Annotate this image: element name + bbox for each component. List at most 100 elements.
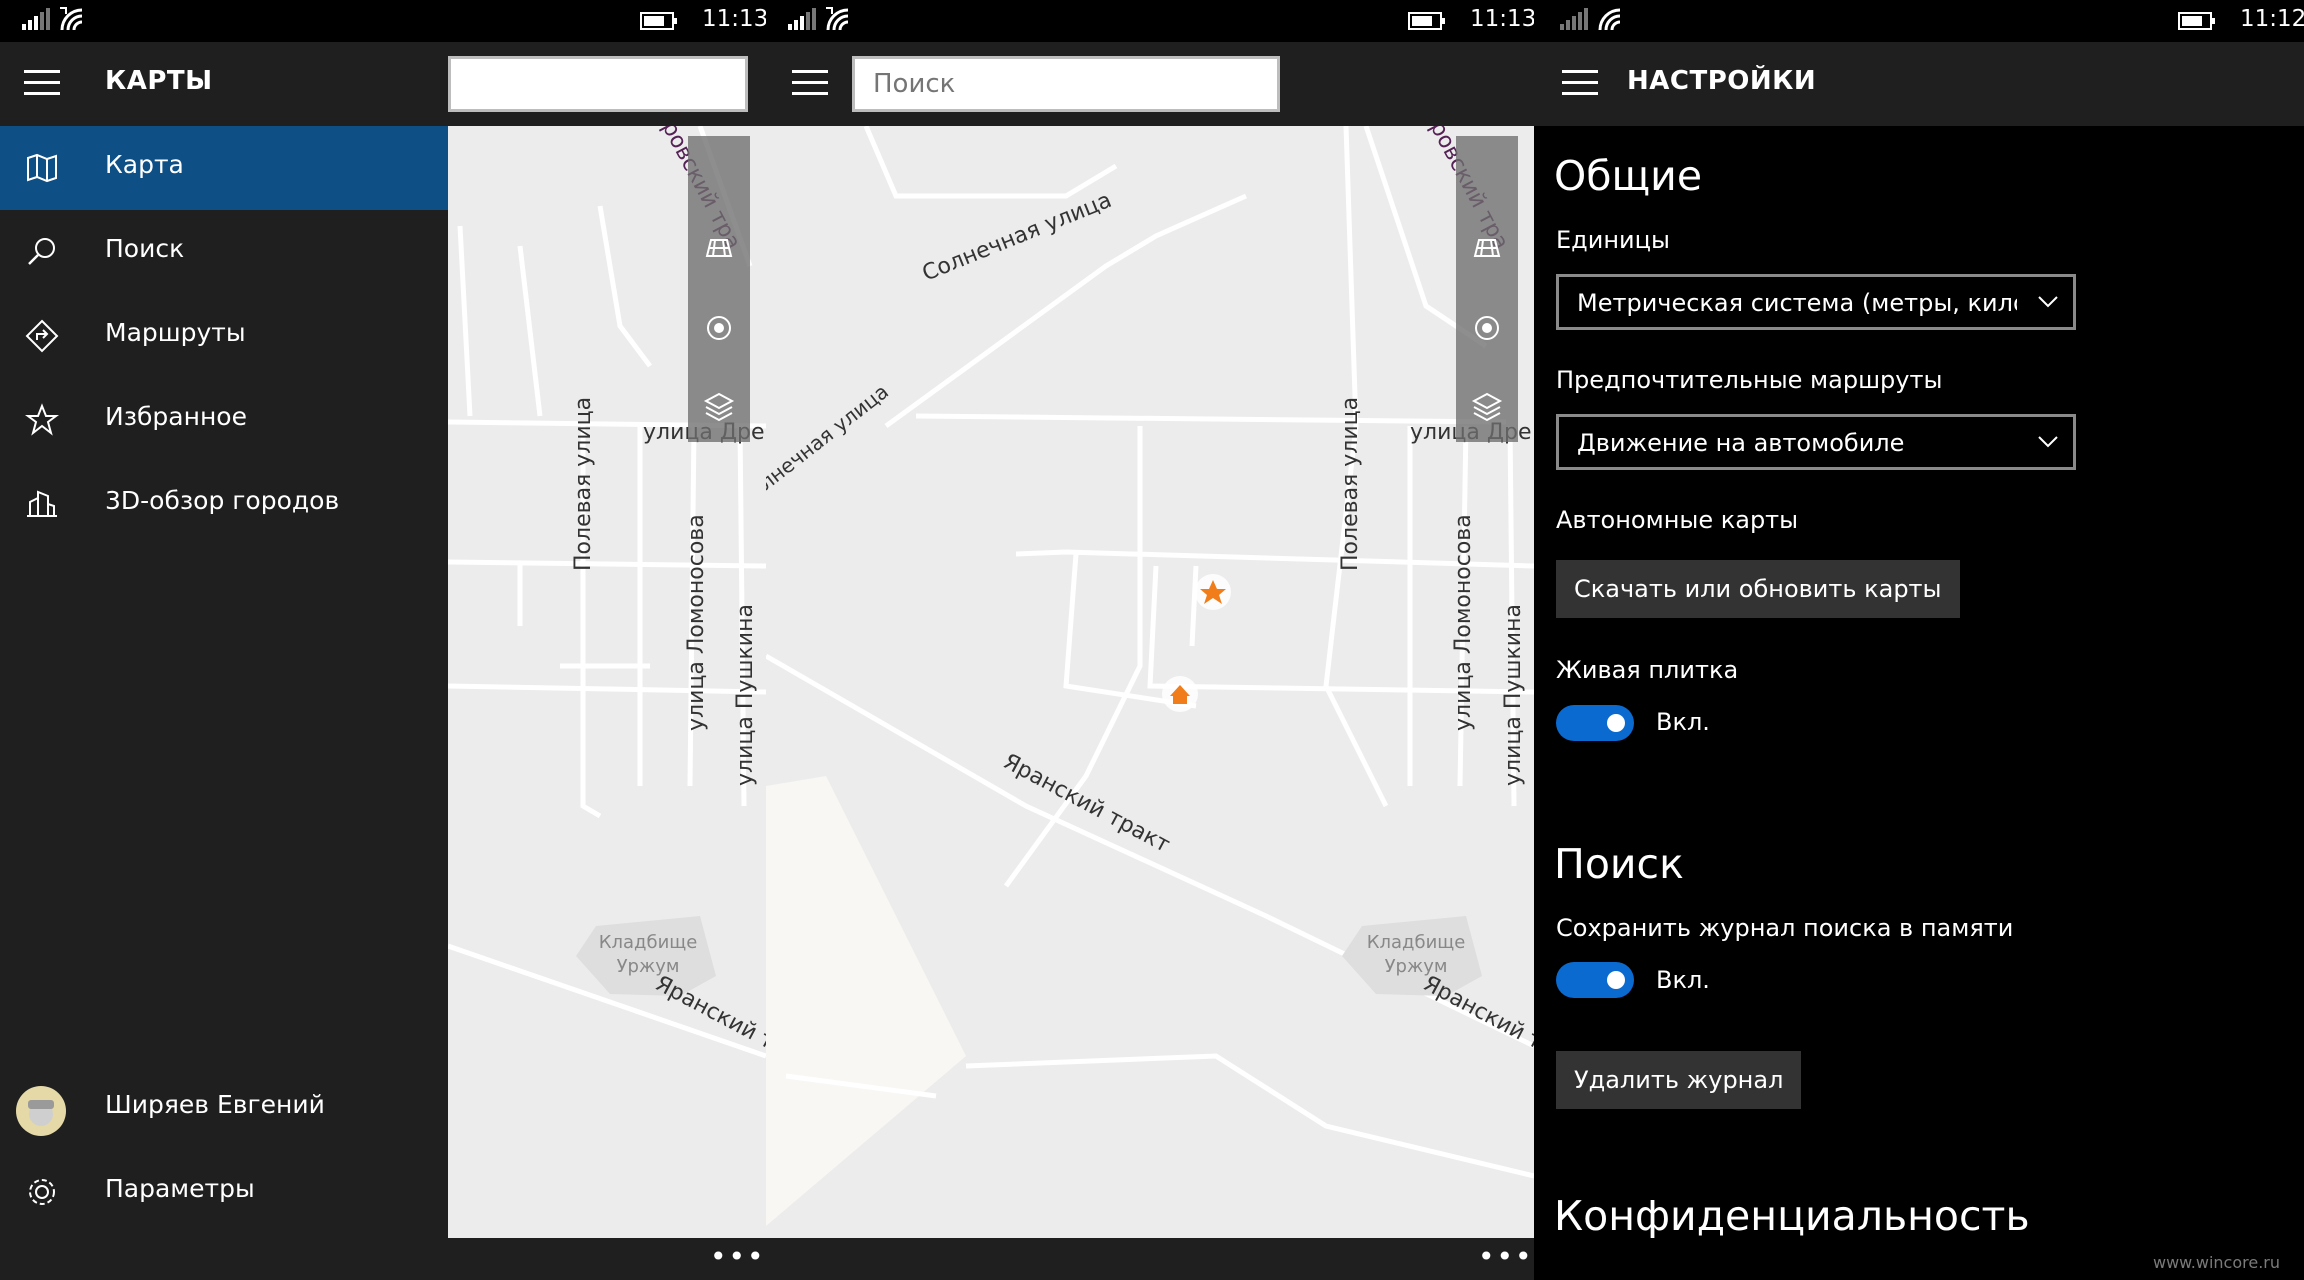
- settings-panel: Общие Единицы Метрическая система (метры…: [1534, 126, 2304, 1240]
- units-label: Единицы: [1556, 226, 1670, 254]
- street-label: Полевая улица: [571, 397, 596, 571]
- search-input[interactable]: [852, 56, 1280, 112]
- clock: 11:12: [2240, 6, 2304, 32]
- toggle-knob: [1607, 971, 1625, 989]
- live-tile-toggle[interactable]: [1556, 705, 1634, 741]
- hamburger-menu-button[interactable]: [792, 70, 828, 98]
- search-input[interactable]: [448, 56, 748, 112]
- locate-me-icon[interactable]: [1467, 308, 1507, 348]
- settings-screen: 11:12 НАСТРОЙКИ Общие Единицы Метрическа…: [1534, 0, 2304, 1280]
- aerial-view-icon[interactable]: [699, 228, 739, 268]
- locate-me-icon[interactable]: [699, 308, 739, 348]
- street-label: Солнечная улица: [919, 188, 1115, 287]
- street-label: улица Ломоносова: [1451, 514, 1476, 731]
- 3d-cities-icon: [27, 490, 57, 517]
- avatar: [16, 1086, 66, 1136]
- clock: 11:13: [1470, 6, 1534, 32]
- map-screen: 11:13 Поиск Кладбище Уржум Солнечная ули…: [766, 0, 1534, 1280]
- routes-label: Предпочтительные маршруты: [1556, 366, 1943, 394]
- cemetery-label: Кладбище: [599, 932, 698, 953]
- nav-item-label: Карта: [105, 150, 184, 179]
- search-history-label: Сохранить журнал поиска в памяти: [1556, 914, 2014, 942]
- signal-icon: [22, 8, 50, 30]
- section-title-privacy: Конфиденциальность: [1554, 1192, 2030, 1240]
- routes-dropdown[interactable]: Движение на автомобиле: [1556, 414, 2076, 470]
- status-bar: 11:13: [0, 0, 766, 42]
- nav-item-map[interactable]: Карта: [0, 126, 448, 210]
- favorite-pin[interactable]: [1195, 574, 1231, 610]
- nav-item-directions[interactable]: Маршруты: [0, 294, 448, 378]
- section-title-search: Поиск: [1554, 840, 1684, 888]
- section-title-general: Общие: [1554, 152, 1703, 200]
- app-bar: •••: [766, 1238, 1534, 1280]
- more-button[interactable]: •••: [1478, 1240, 1534, 1273]
- offline-maps-label: Автономные карты: [1556, 506, 1799, 534]
- street-label: улица Пушкина: [1501, 604, 1526, 786]
- live-tile-label: Живая плитка: [1556, 656, 1739, 684]
- hamburger-menu-button[interactable]: [1562, 70, 1598, 98]
- hamburger-menu-button[interactable]: [24, 70, 60, 98]
- page-title: НАСТРОЙКИ: [1627, 66, 1817, 96]
- street-label: улица Пушкина: [733, 604, 758, 786]
- toggle-knob: [1607, 714, 1625, 732]
- cemetery-label: Уржум: [1385, 956, 1448, 977]
- navigation-pane: Карта Поиск Маршруты Избранное 3D-обзор …: [0, 126, 448, 1238]
- chevron-down-icon: [2038, 436, 2058, 448]
- wifi-icon: [1598, 8, 1621, 31]
- cemetery-label: Кладбище: [1367, 932, 1466, 953]
- search-icon: [28, 238, 55, 265]
- nav-item-label: Поиск: [105, 234, 185, 263]
- layers-icon[interactable]: [699, 386, 739, 426]
- star-icon: [25, 403, 59, 436]
- avatar-image: [28, 1100, 54, 1126]
- nav-item-3d-cities[interactable]: 3D-обзор городов: [0, 462, 448, 546]
- map-controls: [688, 136, 750, 442]
- top-bar: НАСТРОЙКИ: [1534, 42, 2304, 126]
- app-bar: •••: [0, 1238, 766, 1280]
- wifi-icon: [826, 7, 849, 31]
- gear-icon: [29, 1179, 55, 1205]
- nav-item-label: Маршруты: [105, 318, 246, 347]
- cemetery-label: Уржум: [617, 956, 680, 977]
- units-value: Метрическая система (метры, килом: [1577, 289, 2017, 317]
- top-bar: КАРТЫ: [0, 42, 766, 126]
- download-maps-button[interactable]: Скачать или обновить карты: [1556, 560, 1960, 618]
- layers-icon[interactable]: [1467, 386, 1507, 426]
- more-button[interactable]: •••: [710, 1240, 766, 1273]
- signal-icon: [788, 8, 816, 30]
- status-bar: 11:12: [1534, 0, 2304, 42]
- map-view[interactable]: Кладбище Уржум Солнечная улица лнечная у…: [766, 126, 1534, 1238]
- wifi-icon: [60, 7, 83, 31]
- nav-item-label: 3D-обзор городов: [105, 486, 340, 515]
- user-account[interactable]: Ширяев Евгений: [0, 1066, 448, 1150]
- nav-item-label: Избранное: [105, 402, 247, 431]
- clock: 11:13: [702, 6, 766, 32]
- map-canvas: Кладбище Уржум Солнечная улица лнечная у…: [766, 126, 1534, 1226]
- status-bar: 11:13: [766, 0, 1534, 42]
- field-area: [766, 776, 966, 1226]
- nav-item-favorites[interactable]: Избранное: [0, 378, 448, 462]
- battery-icon: [1408, 12, 1445, 30]
- signal-icon: [1560, 8, 1588, 30]
- street-label: улица Ломоносова: [684, 514, 709, 731]
- search-history-toggle[interactable]: [1556, 962, 1634, 998]
- aerial-view-icon[interactable]: [1467, 228, 1507, 268]
- chevron-down-icon: [2038, 296, 2058, 308]
- maps-navigation-screen: 11:13 КАРТЫ Кладбище Уржум Полевая улица…: [0, 0, 766, 1280]
- home-pin[interactable]: [1162, 676, 1198, 712]
- nav-item-search[interactable]: Поиск: [0, 210, 448, 294]
- top-bar: [766, 42, 1534, 126]
- delete-history-button[interactable]: Удалить журнал: [1556, 1051, 1802, 1109]
- map-controls: [1456, 136, 1518, 442]
- units-dropdown[interactable]: Метрическая система (метры, килом: [1556, 274, 2076, 330]
- nav-item-label: Параметры: [105, 1174, 255, 1203]
- nav-item-settings[interactable]: Параметры: [0, 1150, 448, 1234]
- street-label: Яранский тр: [1419, 971, 1534, 1061]
- live-tile-state: Вкл.: [1656, 708, 1710, 736]
- app-title: КАРТЫ: [105, 66, 213, 96]
- map-icon: [27, 153, 57, 183]
- user-name: Ширяев Евгений: [105, 1090, 325, 1119]
- routes-value: Движение на автомобиле: [1577, 429, 1905, 457]
- street-label: лнечная улица: [766, 379, 893, 495]
- directions-icon: [25, 319, 59, 353]
